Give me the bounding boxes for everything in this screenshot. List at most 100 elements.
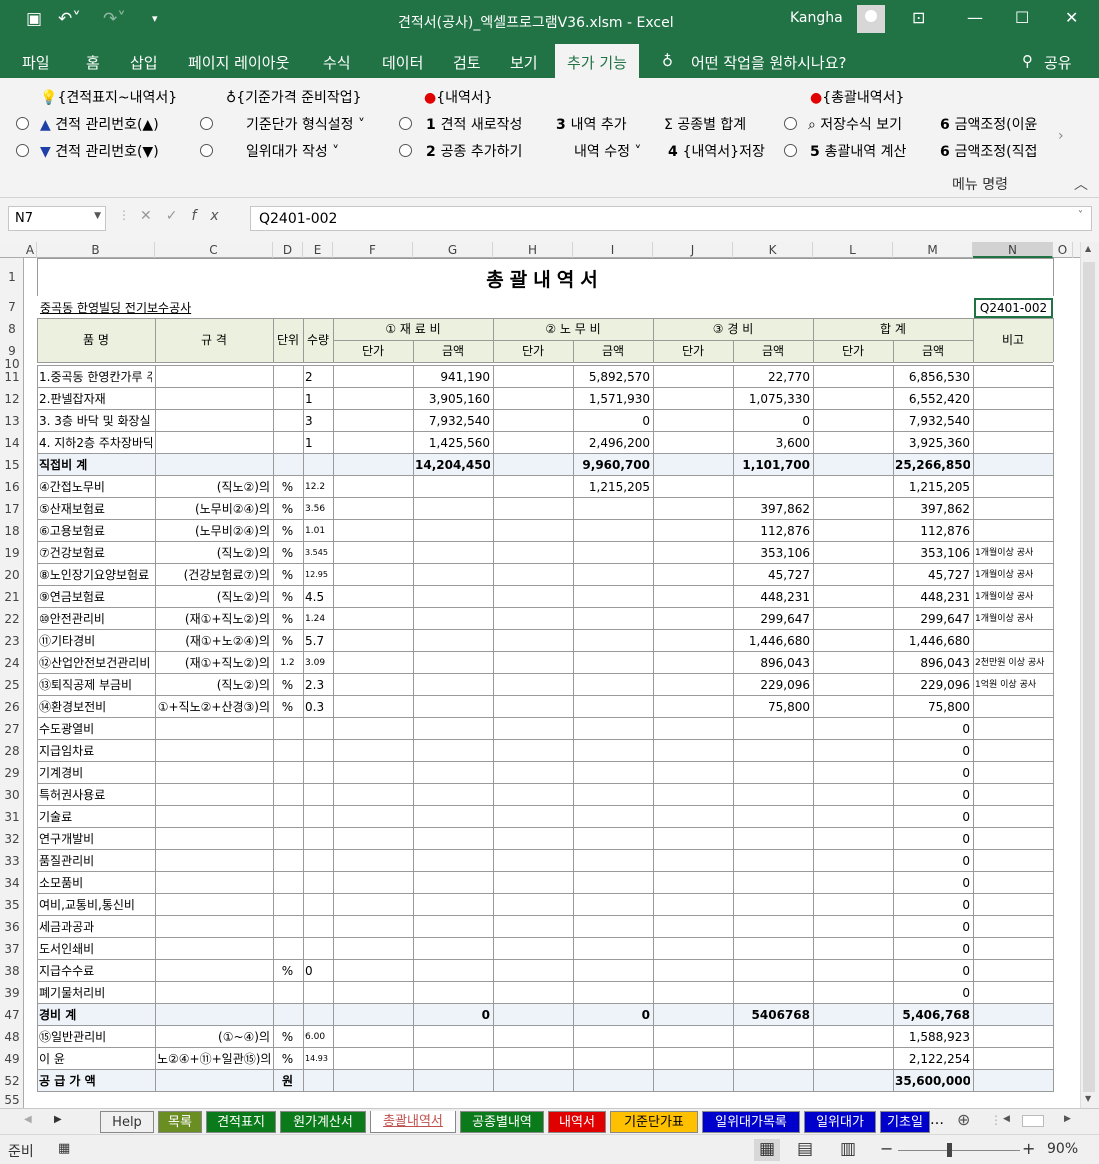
tab-data[interactable]: 데이터 xyxy=(382,52,423,73)
cell-b[interactable]: 4. 지하2층 주차장바닥 우레탄공사 xyxy=(39,432,152,454)
work-type-sum-button[interactable]: Σ 공종별 합계 xyxy=(664,114,746,134)
cell-b[interactable]: 여비,교통비,통신비 xyxy=(39,894,152,916)
cell-m[interactable]: 35,600,000 xyxy=(895,1070,970,1092)
cell-g[interactable] xyxy=(415,740,490,762)
cell-e[interactable] xyxy=(305,1070,330,1092)
cell-g[interactable]: 941,190 xyxy=(415,366,490,388)
tab-page-layout[interactable]: 페이지 레이아웃 xyxy=(188,52,289,73)
cell-i[interactable] xyxy=(575,762,650,784)
cell-b[interactable]: ⑦건강보험료 xyxy=(39,542,152,564)
cell-k[interactable]: 112,876 xyxy=(735,520,810,542)
cell-g[interactable] xyxy=(415,630,490,652)
radio-icon[interactable] xyxy=(200,117,213,130)
sheet-tab[interactable]: 일위대가목록 xyxy=(702,1111,800,1133)
scroll-down-icon[interactable]: ▼ xyxy=(1085,1094,1091,1103)
cell-k[interactable] xyxy=(735,872,810,894)
cell-b[interactable]: ④간접노무비 xyxy=(39,476,152,498)
cell-e[interactable]: 2.3 xyxy=(305,674,330,696)
cell-e[interactable]: 3 xyxy=(305,410,330,432)
view-saved-formula-button[interactable]: ⌕ 저장수식 보기 xyxy=(808,114,902,134)
cell-d[interactable] xyxy=(275,454,300,476)
cell-b[interactable]: ⑩안전관리비 xyxy=(39,608,152,630)
cell-m[interactable]: 45,727 xyxy=(895,564,970,586)
cell-e[interactable]: 12.95 xyxy=(305,564,330,586)
cell-m[interactable]: 0 xyxy=(895,718,970,740)
cell-d[interactable]: 1.2 xyxy=(275,652,300,674)
cell-k[interactable]: 229,096 xyxy=(735,674,810,696)
cell-n[interactable] xyxy=(975,806,1050,828)
cell-n[interactable] xyxy=(975,828,1050,850)
cell-n[interactable] xyxy=(975,476,1050,498)
cell-g[interactable]: 3,905,160 xyxy=(415,388,490,410)
cell-e[interactable] xyxy=(305,916,330,938)
tab-formulas[interactable]: 수식 xyxy=(323,52,351,73)
cell-m[interactable]: 112,876 xyxy=(895,520,970,542)
row-number[interactable]: 49 xyxy=(0,1048,24,1070)
cell-e[interactable]: 4.5 xyxy=(305,586,330,608)
cell-b[interactable]: 세금과공과 xyxy=(39,916,152,938)
cell-n[interactable] xyxy=(975,1048,1050,1070)
cell-i[interactable] xyxy=(575,564,650,586)
row-number[interactable]: 12 xyxy=(0,388,24,410)
cell-b[interactable]: 연구개발비 xyxy=(39,828,152,850)
cell-k[interactable]: 353,106 xyxy=(735,542,810,564)
add-work-type-button[interactable]: 2 공종 추가하기 xyxy=(426,141,522,161)
cell-d[interactable] xyxy=(275,982,300,1004)
row-number[interactable]: 24 xyxy=(0,652,24,674)
row-number[interactable]: 37 xyxy=(0,938,24,960)
cell-g[interactable] xyxy=(415,1048,490,1070)
cell-n[interactable] xyxy=(975,850,1050,872)
cell-m[interactable]: 0 xyxy=(895,938,970,960)
cell-c[interactable] xyxy=(157,432,270,454)
cell-n[interactable]: 1개월이상 공사 xyxy=(975,542,1050,564)
cell-b[interactable]: 경비 계 xyxy=(39,1004,152,1026)
cell-k[interactable]: 0 xyxy=(735,410,810,432)
sheet-tab[interactable]: 견적표지 xyxy=(206,1111,276,1133)
row-number[interactable]: 27 xyxy=(0,718,24,740)
cell-e[interactable]: 14.93 xyxy=(305,1048,330,1070)
cell-e[interactable] xyxy=(305,718,330,740)
add-detail-button[interactable]: 3 내역 추가 xyxy=(556,114,627,134)
cell-c[interactable]: (직노②)의 xyxy=(157,476,270,498)
column-header-j[interactable]: J xyxy=(653,242,733,258)
cell-m[interactable]: 229,096 xyxy=(895,674,970,696)
cell-d[interactable]: % xyxy=(275,520,300,542)
cell-g[interactable] xyxy=(415,1070,490,1092)
cell-k[interactable] xyxy=(735,982,810,1004)
cell-c[interactable]: (재①+직노②)의 xyxy=(157,608,270,630)
cancel-icon[interactable]: ✕ xyxy=(140,208,166,224)
row-number[interactable]: 7 xyxy=(0,296,24,318)
cell-b[interactable]: 기계경비 xyxy=(39,762,152,784)
sheet-tab[interactable]: 내역서 xyxy=(548,1111,606,1133)
column-header-k[interactable]: K xyxy=(733,242,813,258)
minimize-icon[interactable]: — xyxy=(967,8,983,27)
cell-e[interactable]: 0 xyxy=(305,960,330,982)
cell-b[interactable]: 수도광열비 xyxy=(39,718,152,740)
cell-m[interactable]: 0 xyxy=(895,960,970,982)
tab-home[interactable]: 홈 xyxy=(86,52,100,73)
cell-e[interactable]: 1.24 xyxy=(305,608,330,630)
cell-i[interactable] xyxy=(575,608,650,630)
cell-e[interactable]: 5.7 xyxy=(305,630,330,652)
estimate-number-down-button[interactable]: ▼ 견적 관리번호(▼) xyxy=(40,141,159,161)
cell-b[interactable]: ⑫산업안전보건관리비 xyxy=(39,652,152,674)
redo-icon[interactable]: ↷˅ xyxy=(103,9,126,29)
cell-i[interactable] xyxy=(575,1026,650,1048)
cell-g[interactable] xyxy=(415,520,490,542)
cell-i[interactable] xyxy=(575,674,650,696)
radio-icon[interactable] xyxy=(784,144,797,157)
save-icon[interactable]: ▣ xyxy=(26,9,42,29)
cell-n[interactable] xyxy=(975,432,1050,454)
cell-n[interactable]: 1개월이상 공사 xyxy=(975,608,1050,630)
radio-icon[interactable] xyxy=(399,117,412,130)
cell-i[interactable] xyxy=(575,960,650,982)
cell-b[interactable]: 3. 3층 바닥 및 화장실 방수공사 xyxy=(39,410,152,432)
cell-d[interactable]: % xyxy=(275,1026,300,1048)
cell-e[interactable]: 3.56 xyxy=(305,498,330,520)
cell-k[interactable] xyxy=(735,1048,810,1070)
row-number[interactable]: 34 xyxy=(0,872,24,894)
undo-icon[interactable]: ↶˅ xyxy=(58,9,81,29)
close-icon[interactable]: ✕ xyxy=(1065,8,1078,27)
cell-c[interactable] xyxy=(157,850,270,872)
cell-k[interactable]: 1,075,330 xyxy=(735,388,810,410)
